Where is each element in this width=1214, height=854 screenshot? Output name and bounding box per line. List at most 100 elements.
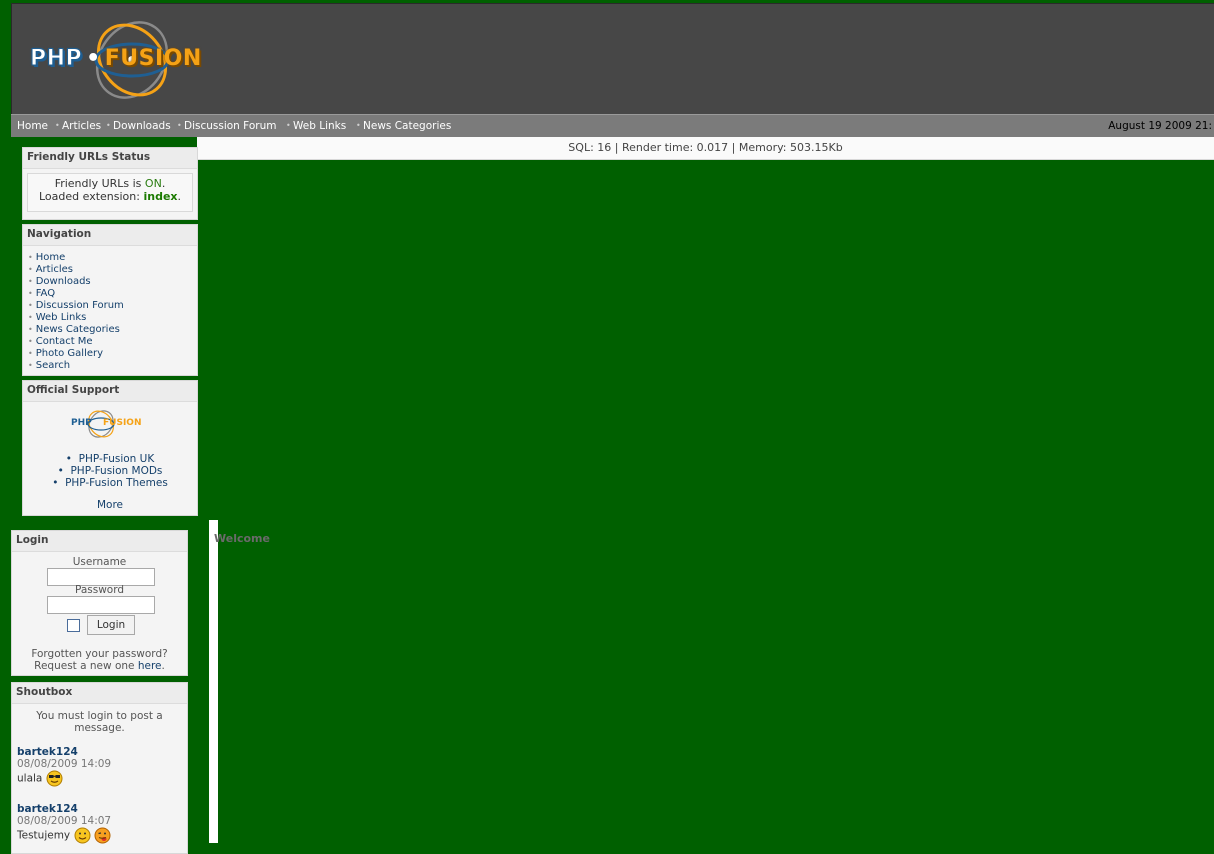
topnav-separator: • — [55, 121, 60, 130]
shout-username[interactable]: bartek124 — [17, 803, 187, 815]
nav-item-label: Photo Gallery — [35, 348, 104, 359]
nav-item-label: Contact Me — [35, 336, 93, 347]
login-button[interactable]: Login — [87, 615, 135, 635]
bullet-icon: • — [57, 465, 71, 477]
friendly-urls-state: ON — [144, 177, 162, 190]
logo-wordmark-dot: • — [86, 46, 101, 71]
shoutbox-panel: Shoutbox You must login to post a messag… — [11, 682, 188, 854]
topnav-articles[interactable]: Articles — [62, 120, 101, 132]
cool-smiley-icon — [46, 770, 63, 787]
shout-entry: bartek124 08/08/2009 14:09 ulala — [12, 734, 187, 787]
bullet-icon: • — [65, 453, 79, 465]
nav-item-contact-me[interactable]: • Contact Me — [28, 336, 197, 348]
panel-title: Navigation — [27, 228, 92, 240]
friendly-urls-status-box: Friendly URLs is ON. Loaded extension: i… — [27, 173, 193, 212]
nav-item-downloads[interactable]: • Downloads — [28, 276, 197, 288]
bullet-icon: • — [28, 265, 33, 274]
welcome-heading: Welcome — [214, 532, 270, 545]
bullet-icon: • — [28, 325, 33, 334]
nav-item-home[interactable]: • Home — [28, 252, 197, 264]
friendly-urls-label: Friendly URLs is — [54, 177, 145, 190]
smile-icon — [74, 827, 90, 844]
support-more-link[interactable]: More — [23, 499, 197, 511]
panel-title: Login — [16, 534, 49, 546]
bullet-icon: • — [28, 337, 33, 346]
tongue-smiley-icon — [94, 827, 111, 844]
current-date: August 19 2009 21: — [1108, 120, 1212, 132]
panel-title: Friendly URLs Status — [27, 151, 151, 163]
loaded-extension-line: Loaded extension: index. — [28, 190, 192, 203]
nav-item-news-categories[interactable]: • News Categories — [28, 324, 197, 336]
shout-entry: bartek124 08/08/2009 14:07 Testujemy — [12, 787, 187, 844]
shout-message: ulala — [17, 770, 187, 787]
nav-item-label: Downloads — [35, 276, 91, 287]
shout-message-text: Testujemy — [17, 829, 71, 842]
nav-item-label: FAQ — [35, 288, 56, 299]
bullet-icon: • — [28, 301, 33, 310]
support-link-uk[interactable]: • PHP-Fusion UK — [23, 453, 197, 465]
topnav-web-links[interactable]: Web Links — [293, 120, 346, 132]
support-link-themes[interactable]: • PHP-Fusion Themes — [23, 477, 197, 489]
topnav-separator: • — [356, 121, 361, 130]
nav-item-label: News Categories — [35, 324, 120, 335]
username-label: Username — [72, 556, 127, 568]
bullet-icon: • — [28, 253, 33, 262]
shout-date: 08/08/2009 14:07 — [17, 815, 112, 827]
support-link-label: PHP-Fusion Themes — [65, 477, 168, 489]
nav-item-faq[interactable]: • FAQ — [28, 288, 197, 300]
support-link-mods[interactable]: • PHP-Fusion MODs — [23, 465, 197, 477]
shout-message: Testujemy — [17, 827, 187, 844]
topnav-separator: • — [286, 121, 291, 130]
period: . — [177, 190, 182, 203]
nav-item-articles[interactable]: • Articles — [28, 264, 197, 276]
shout-date: 08/08/2009 14:09 — [17, 758, 112, 770]
bullet-icon: • — [28, 313, 33, 322]
remember-me-checkbox[interactable] — [67, 619, 80, 632]
nav-item-label: Search — [35, 360, 71, 371]
php-fusion-small-logo[interactable]: PHP FUSION — [69, 409, 153, 439]
logo-wordmark-fusion: FUSION — [104, 46, 202, 71]
loaded-extension-label: Loaded extension: — [39, 190, 144, 203]
period: . — [161, 660, 165, 672]
site-header: PHP • FUSION — [11, 3, 1214, 114]
official-support-panel: Official Support PHP FUSION • PHP-Fusion… — [22, 380, 198, 516]
render-stats: SQL: 16 | Render time: 0.017 | Memory: 5… — [197, 137, 1214, 160]
period: . — [161, 177, 166, 190]
nav-item-search[interactable]: • Search — [28, 360, 197, 372]
request-password-label: Request a new one — [34, 660, 138, 672]
nav-item-discussion-forum[interactable]: • Discussion Forum — [28, 300, 197, 312]
nav-item-label: Discussion Forum — [35, 300, 124, 311]
shoutbox-login-notice: You must login to post a message. — [36, 710, 163, 734]
navigation-panel: Navigation • Home • Articles • Downloads • F… — [22, 224, 198, 376]
loaded-extension-value: index — [143, 190, 178, 203]
nav-item-label: Web Links — [35, 312, 87, 323]
nav-item-web-links[interactable]: • Web Links — [28, 312, 197, 324]
topnav-discussion-forum[interactable]: Discussion Forum — [184, 120, 276, 132]
logo-wordmark: PHP • FUSION — [29, 46, 202, 72]
topnav-news-categories[interactable]: News Categories — [363, 120, 451, 132]
panel-title: Shoutbox — [16, 686, 73, 698]
logo-wordmark-php: PHP — [29, 46, 83, 72]
support-link-label: PHP-Fusion UK — [78, 453, 155, 465]
topnav-separator: • — [106, 121, 111, 130]
friendly-urls-panel: Friendly URLs Status Friendly URLs is ON… — [22, 147, 198, 220]
topnav-home[interactable]: Home — [17, 120, 48, 132]
bullet-icon: • — [28, 277, 33, 286]
forgot-password-text: Forgotten your password? Request a new o… — [12, 648, 187, 672]
login-panel: Login Username Password Login Forgotten … — [11, 530, 188, 676]
nav-item-photo-gallery[interactable]: • Photo Gallery — [28, 348, 197, 360]
nav-item-label: Articles — [35, 264, 74, 275]
nav-item-label: Home — [35, 252, 66, 263]
topnav-downloads[interactable]: Downloads — [113, 120, 171, 132]
welcome-panel-edge — [209, 520, 218, 843]
request-password-line: Request a new one here. — [12, 660, 187, 672]
bullet-icon: • — [28, 361, 33, 370]
bullet-icon: • — [28, 289, 33, 298]
forgot-password-label: Forgotten your password? — [31, 648, 168, 660]
password-input[interactable] — [47, 596, 155, 614]
shout-message-text: ulala — [17, 772, 43, 785]
request-password-link[interactable]: here — [138, 660, 162, 672]
support-link-label: PHP-Fusion MODs — [70, 465, 163, 477]
shout-username[interactable]: bartek124 — [17, 746, 187, 758]
topnav-separator: • — [177, 121, 182, 130]
